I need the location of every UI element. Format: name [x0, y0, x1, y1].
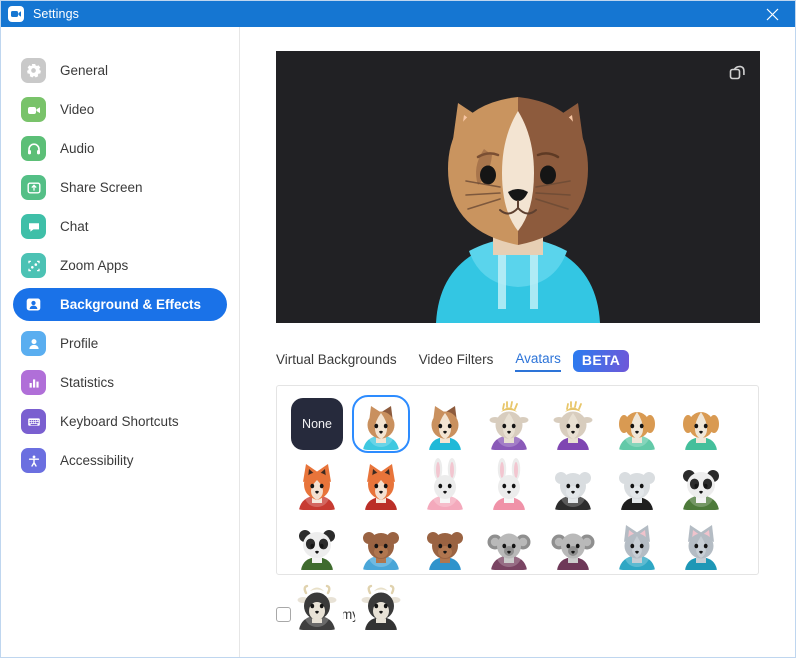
person-frame-icon	[21, 292, 46, 317]
sidebar-item-share-screen[interactable]: Share Screen	[13, 171, 227, 204]
mirror-my-video-checkbox[interactable]	[276, 607, 291, 622]
avatar-tile[interactable]	[355, 518, 407, 570]
avatar-tile[interactable]	[483, 458, 535, 510]
settings-window: Settings General Video Audio Share Scree…	[0, 0, 796, 658]
sidebar-item-label: Video	[60, 102, 95, 117]
sidebar-item-zoom-apps[interactable]: Zoom Apps	[13, 249, 227, 282]
accessibility-icon	[21, 448, 46, 473]
sidebar-item-label: Accessibility	[60, 453, 134, 468]
avatar-tile[interactable]	[547, 518, 599, 570]
tab-avatars[interactable]: Avatars	[515, 351, 561, 372]
avatar-tile[interactable]	[419, 518, 471, 570]
sidebar-item-label: General	[60, 63, 109, 78]
beta-badge: BETA	[572, 350, 630, 372]
avatar-tile[interactable]	[291, 458, 343, 510]
gear-icon	[21, 58, 46, 83]
sidebar-item-chat[interactable]: Chat	[13, 210, 227, 243]
sidebar-item-background-and-effects[interactable]: Background & Effects	[13, 288, 227, 321]
avatar-tile[interactable]	[675, 458, 727, 510]
avatar-tile[interactable]	[483, 518, 535, 570]
zoom-camera-icon	[8, 6, 24, 22]
tab-virtual-backgrounds[interactable]: Virtual Backgrounds	[276, 352, 397, 371]
window-title: Settings	[33, 7, 79, 21]
sidebar-item-label: Zoom Apps	[60, 258, 129, 273]
avatar-tile[interactable]	[611, 518, 663, 570]
sidebar-item-general[interactable]: General	[13, 54, 227, 87]
avatar-tile[interactable]	[547, 398, 599, 450]
avatar-grid: None	[276, 385, 759, 630]
sidebar-item-statistics[interactable]: Statistics	[13, 366, 227, 399]
avatar-tile[interactable]	[611, 458, 663, 510]
sidebar-item-label: Profile	[60, 336, 99, 351]
tab-video-filters[interactable]: Video Filters	[419, 352, 494, 371]
avatar-tile[interactable]	[419, 398, 471, 450]
bar-chart-icon	[21, 370, 46, 395]
background-effects-panel: Virtual Backgrounds Video Filters Avatar…	[240, 27, 795, 657]
sidebar-item-keyboard-shortcuts[interactable]: Keyboard Shortcuts	[13, 405, 227, 438]
avatar-tile[interactable]	[483, 398, 535, 450]
sidebar-item-label: Audio	[60, 141, 95, 156]
avatar-tile[interactable]	[352, 395, 410, 453]
effects-tabs: Virtual Backgrounds Video Filters Avatar…	[276, 349, 795, 373]
avatar-tile-none[interactable]: None	[291, 398, 343, 450]
sidebar-item-audio[interactable]: Audio	[13, 132, 227, 165]
sidebar-item-video[interactable]: Video	[13, 93, 227, 126]
settings-sidebar: General Video Audio Share Screen Chat Zo…	[1, 27, 240, 657]
zoom-apps-icon	[21, 253, 46, 278]
avatar-tile[interactable]	[291, 578, 343, 630]
person-icon	[21, 331, 46, 356]
sidebar-item-profile[interactable]: Profile	[13, 327, 227, 360]
keyboard-icon	[21, 409, 46, 434]
close-button[interactable]	[749, 1, 795, 27]
avatar-tile[interactable]	[675, 518, 727, 570]
sidebar-item-label: Chat	[60, 219, 89, 234]
avatar-tile[interactable]	[419, 458, 471, 510]
sidebar-item-label: Keyboard Shortcuts	[60, 414, 179, 429]
title-bar: Settings	[1, 1, 795, 27]
sidebar-item-label: Statistics	[60, 375, 115, 390]
popout-window-icon[interactable]	[726, 62, 748, 84]
sidebar-item-label: Background & Effects	[60, 297, 202, 312]
window-body: General Video Audio Share Screen Chat Zo…	[1, 27, 795, 657]
sidebar-item-label: Share Screen	[60, 180, 143, 195]
avatar-preview-render	[436, 97, 600, 323]
chat-bubble-icon	[21, 214, 46, 239]
share-screen-icon	[21, 175, 46, 200]
headphones-icon	[21, 136, 46, 161]
video-camera-icon	[21, 97, 46, 122]
avatar-tile[interactable]	[611, 398, 663, 450]
video-preview	[276, 51, 760, 323]
avatar-tile[interactable]	[291, 518, 343, 570]
avatar-tile[interactable]	[355, 578, 407, 630]
mirror-my-video-row[interactable]: Mirror my video	[276, 607, 795, 622]
avatar-tile[interactable]	[547, 458, 599, 510]
sidebar-item-accessibility[interactable]: Accessibility	[13, 444, 227, 477]
avatar-tile[interactable]	[675, 398, 727, 450]
avatar-tile[interactable]	[355, 458, 407, 510]
